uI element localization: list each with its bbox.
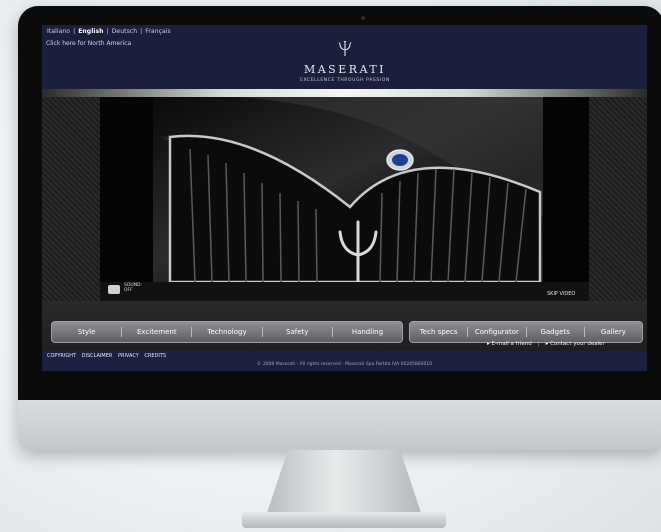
sound-toggle-button[interactable]	[108, 285, 120, 294]
header-divider	[42, 89, 647, 97]
nav-excitement[interactable]: Excitement	[122, 327, 193, 337]
language-selector: Italiano | English | Deutsch | Français	[47, 28, 171, 35]
nav-safety[interactable]: Safety	[263, 327, 333, 337]
nav-gadgets[interactable]: Gadgets	[527, 327, 585, 337]
nav-tech-specs[interactable]: Tech specs	[410, 327, 469, 337]
monitor-stand	[266, 450, 422, 516]
nav-handling[interactable]: Handling	[333, 327, 402, 337]
privacy-link[interactable]: PRIVACY	[118, 353, 139, 359]
footer-actions: ▸ E-mail a friend | ▸ Contact your dealer	[487, 341, 605, 347]
intro-video[interactable]: SOUND: OFF SKIP VIDEO	[100, 97, 589, 301]
copyright-link[interactable]: COPYRIGHT	[47, 353, 76, 359]
car-grille-image	[100, 97, 589, 301]
camera-icon	[361, 16, 365, 20]
main-nav: Style Excitement Technology Safety Handl…	[51, 321, 403, 343]
brand-tagline: EXCELLENCE THROUGH PASSION	[300, 78, 390, 83]
lang-deutsch[interactable]: Deutsch	[112, 28, 137, 35]
lang-italiano[interactable]: Italiano	[47, 28, 70, 35]
nav-technology[interactable]: Technology	[192, 327, 263, 337]
legal-strip: COPYRIGHT DISCLAIMER PRIVACY CREDITS © 2…	[42, 351, 647, 371]
secondary-nav: Tech specs Configurator Gadgets Gallery	[409, 321, 643, 343]
trident-icon	[338, 41, 352, 56]
footer-separator: |	[537, 341, 540, 347]
monitor-chin	[18, 400, 661, 450]
disclaimer-link[interactable]: DISCLAIMER	[82, 353, 113, 359]
site-header: Italiano | English | Deutsch | Français …	[42, 25, 647, 89]
north-america-link[interactable]: Click here for North America	[46, 40, 131, 47]
skip-video-button[interactable]: SKIP VIDEO	[547, 291, 575, 297]
monitor-stand-base	[242, 512, 446, 528]
credits-link[interactable]: CREDITS	[144, 353, 166, 359]
website-screen: Italiano | English | Deutsch | Français …	[42, 25, 647, 371]
sound-label: SOUND: OFF	[124, 283, 143, 293]
lang-english[interactable]: English	[78, 28, 103, 35]
brand-name: MASERATI	[303, 63, 387, 76]
nav-configurator[interactable]: Configurator	[468, 327, 527, 337]
nav-gallery[interactable]: Gallery	[585, 327, 642, 337]
lang-francais[interactable]: Français	[145, 28, 171, 35]
email-friend-link[interactable]: ▸ E-mail a friend	[487, 341, 532, 347]
nav-style[interactable]: Style	[52, 327, 123, 337]
copyright-text: © 2008 Maserati - All rights reserved - …	[256, 362, 433, 367]
contact-dealer-link[interactable]: ▸ Contact your dealer	[546, 341, 605, 347]
carbon-panel-right	[589, 97, 647, 301]
legal-links: COPYRIGHT DISCLAIMER PRIVACY CREDITS	[47, 353, 170, 359]
carbon-panel-left	[42, 97, 100, 301]
